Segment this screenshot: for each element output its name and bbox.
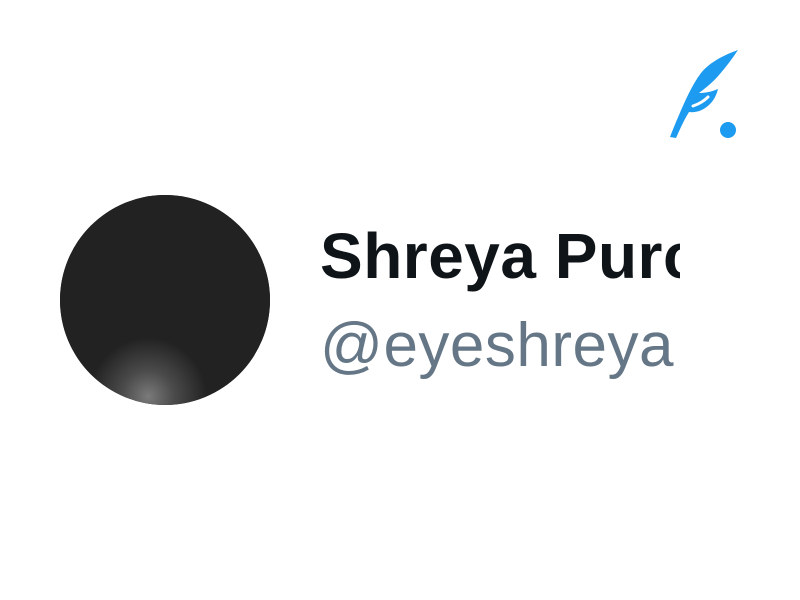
display-name: Shreya Purc	[320, 220, 680, 292]
profile-identity: Shreya Purc @eyeshreya	[320, 212, 680, 382]
profile-card: Shreya Purc @eyeshreya	[0, 0, 800, 600]
avatar[interactable]	[60, 195, 270, 405]
username-handle[interactable]: @eyeshreya	[320, 306, 674, 382]
quill-logo-icon	[668, 46, 740, 142]
